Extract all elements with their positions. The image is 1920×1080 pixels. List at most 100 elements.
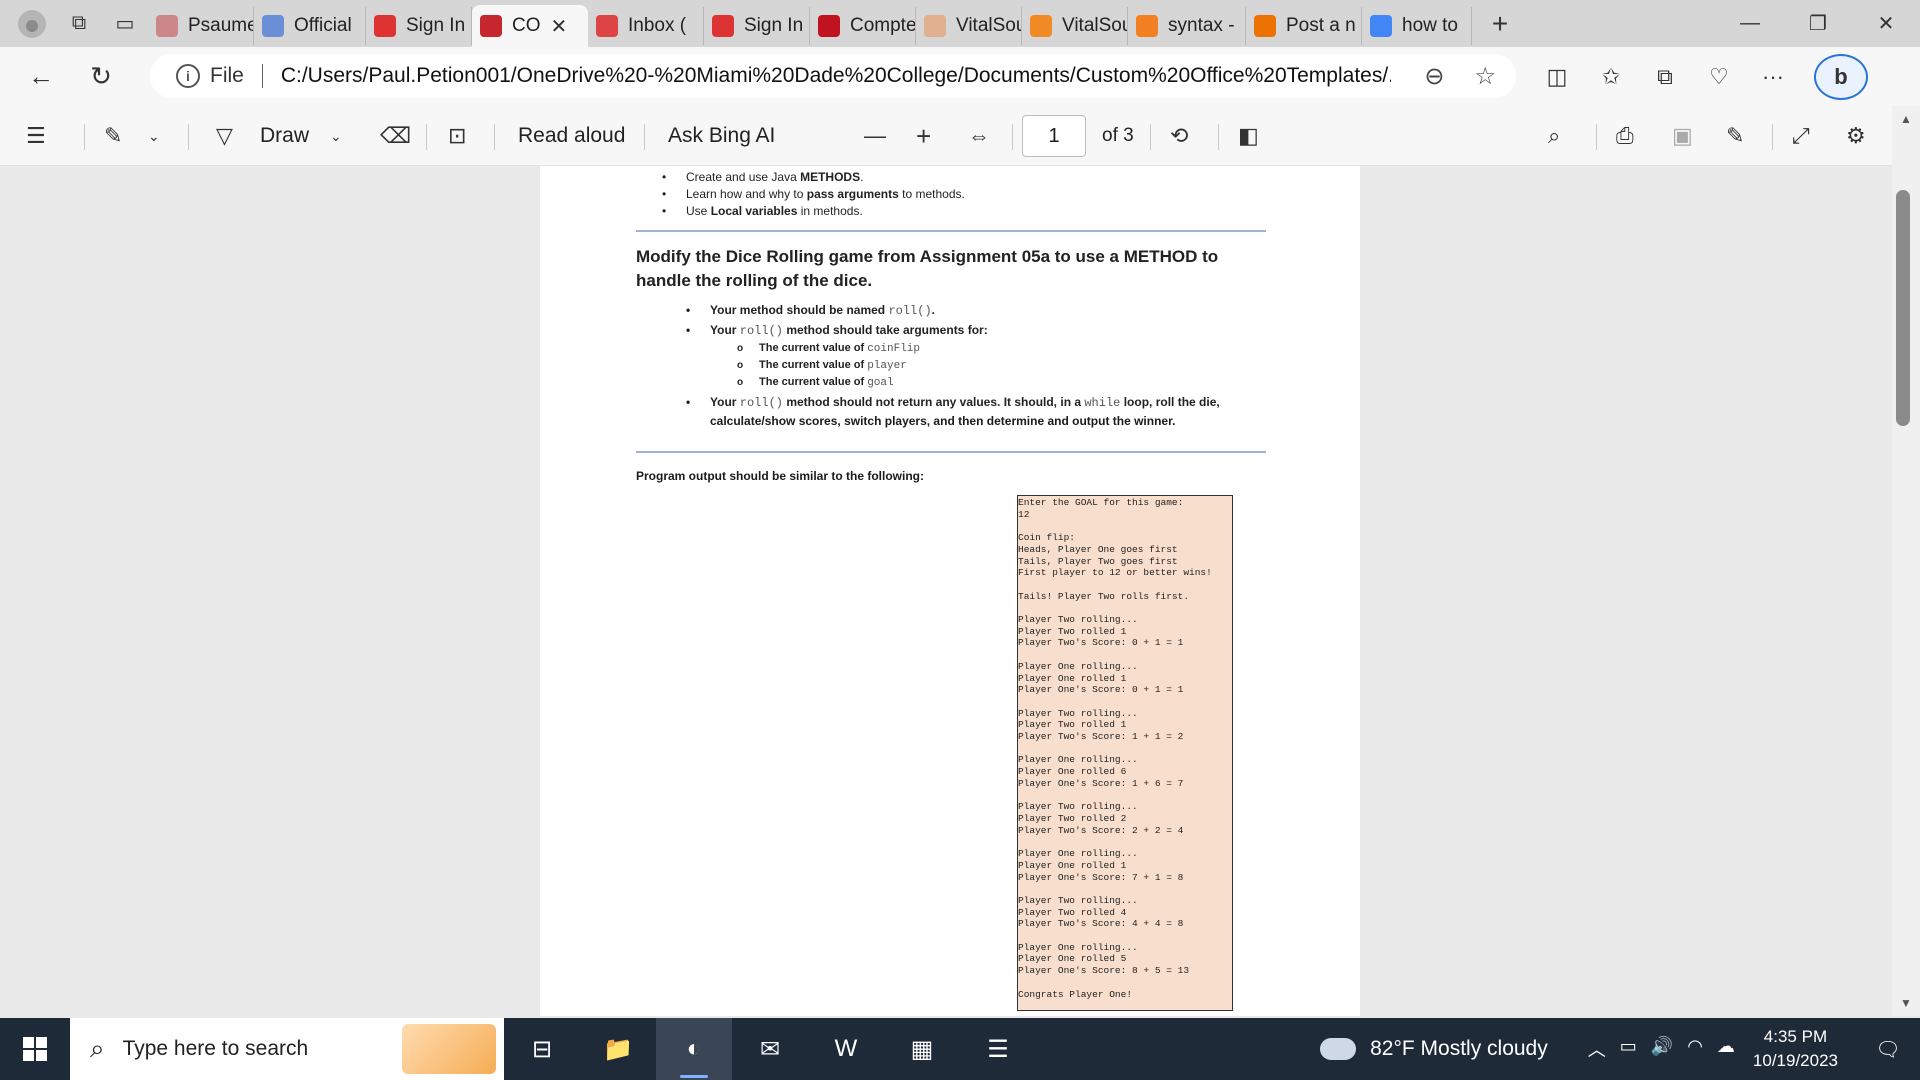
tab-title: Compte [850, 15, 916, 36]
chevron-down-icon[interactable]: ⌄ [148, 106, 160, 166]
draw-button[interactable]: Draw [260, 106, 309, 166]
browser-tab[interactable]: Psaume [148, 7, 254, 45]
volume-icon[interactable]: 🔊 [1651, 1036, 1673, 1062]
refresh-button[interactable]: ↻ [72, 54, 130, 100]
tray-icons: ︿ ▭ 🔊 ◠ ☁ [1588, 1036, 1735, 1062]
divider [644, 124, 645, 150]
divider [188, 124, 189, 150]
print-icon[interactable]: ⎙ [1616, 106, 1634, 166]
search-icon[interactable]: ⌕ [1548, 106, 1560, 166]
notifications-icon[interactable]: 🗨 [1868, 1029, 1908, 1069]
mail-icon[interactable]: ✉ [732, 1018, 808, 1080]
browser-tab[interactable]: syntax - [1128, 7, 1246, 45]
minimize-button[interactable]: — [1716, 0, 1784, 47]
draw-icon[interactable]: ▽ [216, 106, 233, 166]
zoom-in-icon[interactable]: + [916, 106, 931, 166]
text-box-icon[interactable]: ⊡ [448, 106, 466, 166]
book-icon [1030, 15, 1052, 37]
scroll-up-icon[interactable]: ▲ [1900, 112, 1912, 126]
store-icon[interactable]: ▦ [884, 1018, 960, 1080]
active-indicator [680, 1075, 708, 1078]
taskbar-search[interactable]: ⌕ Type here to search [70, 1018, 504, 1080]
task-view-icon[interactable]: ⊟ [504, 1018, 580, 1080]
fullscreen-icon[interactable]: ⤢ [1792, 106, 1810, 166]
eraser-icon[interactable]: ⌫ [380, 106, 411, 166]
split-screen-icon[interactable]: ◫ [1530, 54, 1584, 100]
scroll-down-icon[interactable]: ▼ [1900, 996, 1912, 1010]
tab-title: CO [512, 15, 541, 36]
favorites-icon[interactable]: ✩ [1584, 54, 1638, 100]
bing-copilot-icon[interactable]: b [1814, 53, 1868, 100]
page-number-input[interactable]: 1 [1022, 115, 1086, 157]
stack-icon [1136, 15, 1158, 37]
system-tray: 82°F Mostly cloudy ︿ ▭ 🔊 ◠ ☁ 4:35 PM 10/… [1314, 1018, 1920, 1080]
app-glyph: ▦ [910, 1035, 934, 1063]
app-glyph: W [834, 1035, 858, 1062]
url-text[interactable]: C:/Users/Paul.Petion001/OneDrive%20-%20M… [281, 64, 1391, 88]
restore-button[interactable]: ❐ [1784, 0, 1852, 47]
tab-actions-icon[interactable]: ▭ [102, 1, 148, 47]
tab-title: VitalSou [1062, 15, 1128, 36]
taskbar-apps: ⊟ 📁 ◐ ✉ W ▦ ☰ [504, 1018, 1036, 1080]
save-icon[interactable]: ▣ [1672, 106, 1693, 166]
assignment-heading: Modify the Dice Rolling game from Assign… [636, 247, 1219, 290]
clock[interactable]: 4:35 PM 10/19/2023 [1753, 1025, 1838, 1073]
java-ide-icon[interactable]: ☰ [960, 1018, 1036, 1080]
weather-widget[interactable]: 82°F Mostly cloudy [1314, 1032, 1548, 1061]
ask-bing-button[interactable]: Ask Bing AI [668, 106, 775, 166]
browser-tab[interactable]: CO ✕ [472, 5, 588, 47]
argument-item: The current value of goal [737, 376, 894, 389]
close-tab-icon[interactable]: ✕ [551, 14, 568, 39]
zoom-icon[interactable]: ⊖ [1424, 62, 1444, 91]
battery-icon[interactable]: ▭ [1620, 1036, 1637, 1062]
profile-avatar[interactable] [18, 9, 46, 38]
new-tab-button[interactable]: + [1478, 4, 1522, 44]
browser-tab[interactable]: VitalSou [1022, 7, 1128, 45]
pdf-viewport[interactable]: Create and use Java METHODS. Learn how a… [4, 166, 1892, 1016]
scroll-thumb[interactable] [1896, 190, 1910, 426]
highlight-icon[interactable]: ✎ [104, 106, 122, 166]
word-icon[interactable]: W [808, 1018, 884, 1080]
address-bar[interactable]: i File C:/Users/Paul.Petion001/OneDrive%… [150, 54, 1516, 98]
weather-cloud-icon [1314, 1032, 1357, 1060]
back-button[interactable]: ← [12, 54, 70, 100]
info-icon[interactable]: i [176, 64, 200, 88]
wifi-icon[interactable]: ◠ [1687, 1036, 1703, 1062]
browser-tab[interactable]: how to [1362, 7, 1472, 45]
read-aloud-button[interactable]: Read aloud [518, 106, 625, 166]
file-explorer-icon[interactable]: 📁 [580, 1018, 656, 1080]
save-as-icon[interactable]: ✎ [1726, 106, 1744, 166]
browser-tab[interactable]: Post a n [1246, 7, 1362, 45]
fit-page-icon[interactable]: ⇔ [968, 106, 990, 166]
pdf-toolbar: ☰ ✎ ⌄ ▽ Draw ⌄ ⌫ ⊡ Read aloud Ask Bing A… [0, 106, 1920, 166]
browser-tab[interactable]: Sign In [704, 7, 810, 45]
vertical-scrollbar[interactable]: ▲ ▼ [1892, 106, 1920, 1016]
start-button[interactable] [0, 1018, 70, 1080]
chevron-down-icon[interactable]: ⌄ [330, 106, 342, 166]
objective-item: Create and use Java METHODS. [662, 170, 863, 184]
requirement-item: Your roll() method should take arguments… [686, 323, 988, 338]
chevron-up-icon[interactable]: ︿ [1588, 1036, 1606, 1062]
settings-gear-icon[interactable]: ⚙ [1846, 106, 1866, 166]
rotate-icon[interactable]: ⟲ [1170, 106, 1188, 166]
more-menu-icon[interactable]: ··· [1746, 54, 1800, 100]
tab-title: syntax - [1168, 15, 1235, 36]
browser-tab[interactable]: Sign In [366, 7, 472, 45]
zoom-out-icon[interactable]: — [864, 106, 886, 166]
browser-tab[interactable]: Inbox ( [588, 7, 704, 45]
favorite-star-icon[interactable]: ☆ [1474, 62, 1496, 91]
page-view-icon[interactable]: ◧ [1238, 106, 1259, 166]
requirement-item: Your method should be named roll(). [686, 303, 935, 318]
edge-icon[interactable]: ◐ [656, 1018, 732, 1080]
argument-item: The current value of coinFlip [737, 342, 920, 355]
onedrive-icon[interactable]: ☁ [1717, 1036, 1735, 1062]
browser-tab[interactable]: Official [254, 7, 366, 45]
page-total-label: of 3 [1102, 125, 1134, 146]
collections-icon[interactable]: ⧉ [1638, 54, 1692, 100]
workspaces-icon[interactable]: ⧉ [56, 1, 102, 47]
browser-essentials-icon[interactable]: ♡ [1692, 54, 1746, 100]
browser-tab[interactable]: VitalSou [916, 7, 1022, 45]
contents-icon[interactable]: ☰ [26, 106, 46, 166]
close-window-button[interactable]: ✕ [1852, 0, 1920, 47]
browser-tab[interactable]: Compte [810, 7, 916, 45]
